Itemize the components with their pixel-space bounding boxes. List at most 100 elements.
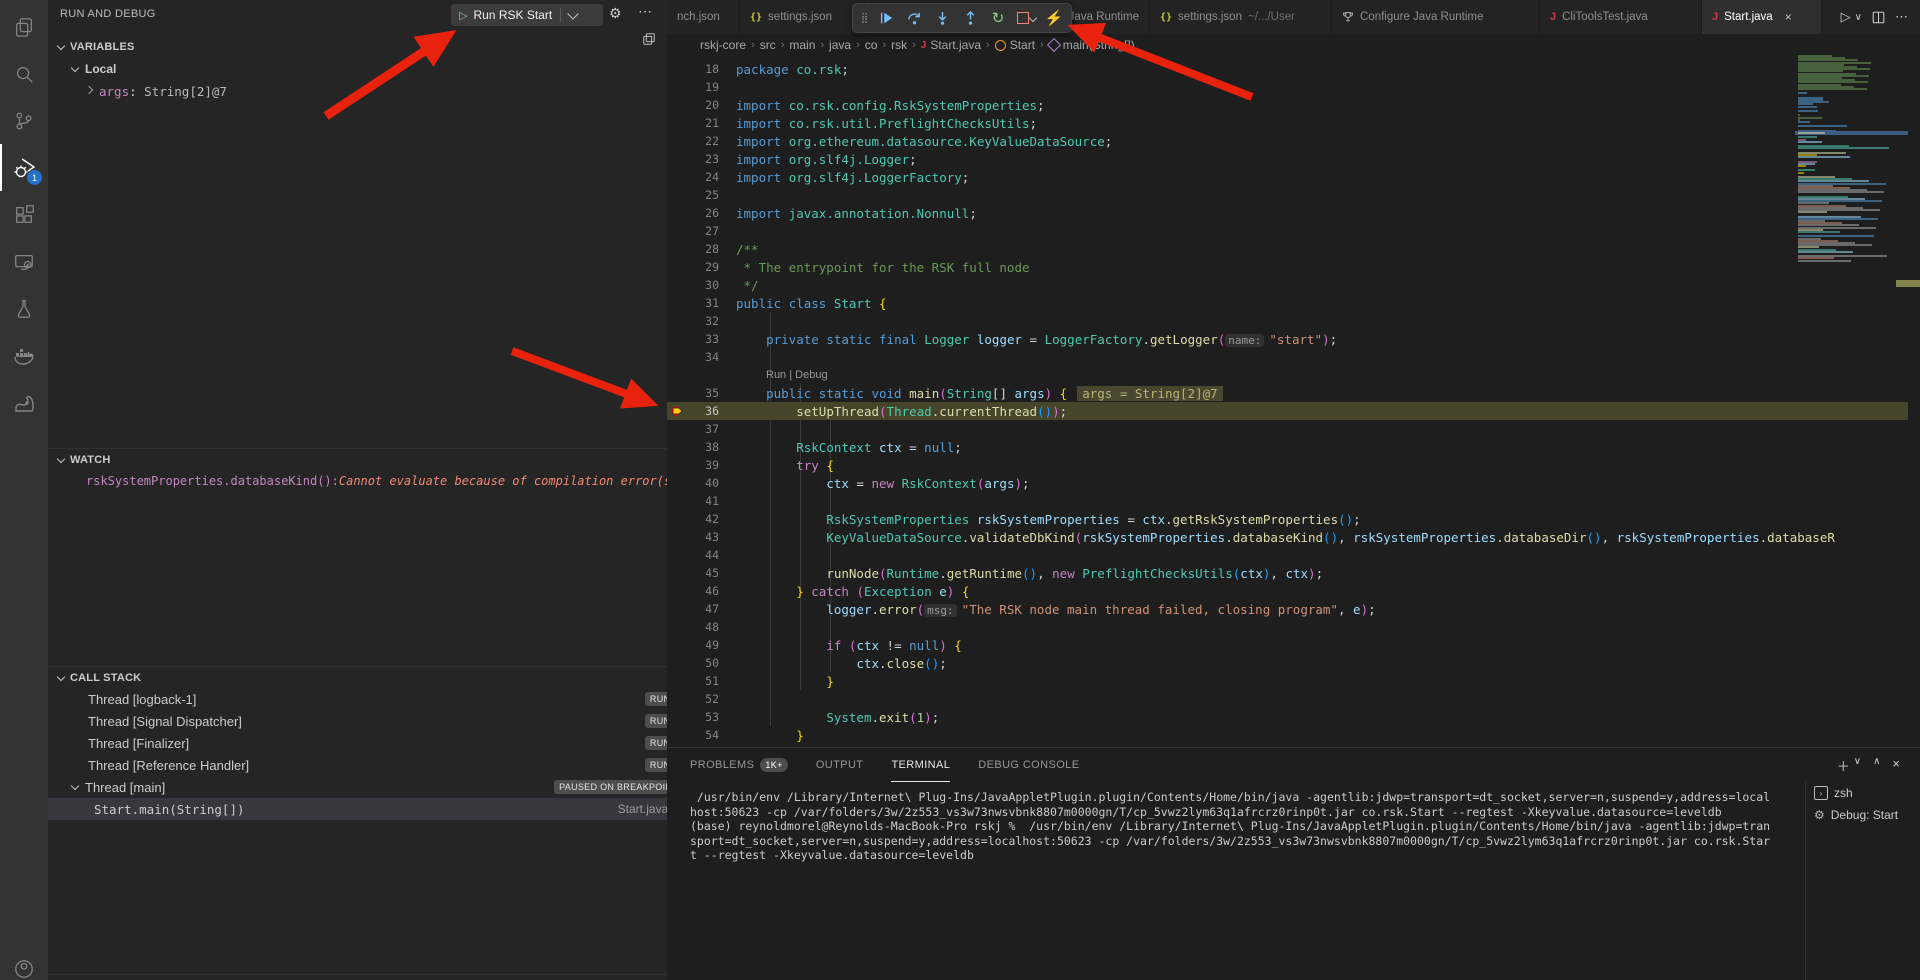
line-number[interactable]: 25 bbox=[667, 188, 736, 202]
panel-tab-debug-console[interactable]: DEBUG CONSOLE bbox=[978, 748, 1079, 782]
search-icon[interactable] bbox=[0, 50, 48, 97]
line-number[interactable]: 47 bbox=[667, 602, 736, 616]
line-number[interactable]: 18 bbox=[667, 62, 736, 76]
line-number[interactable]: 37 bbox=[667, 422, 736, 436]
line-number[interactable]: 26 bbox=[667, 206, 736, 220]
terminal-list-item-debug-start[interactable]: ⚙Debug: Start bbox=[1806, 804, 1920, 826]
line-number[interactable]: 24 bbox=[667, 170, 736, 184]
breadcrumb-item-co[interactable]: co bbox=[865, 38, 878, 52]
line-number[interactable]: 30 bbox=[667, 278, 736, 292]
close-panel-icon[interactable]: × bbox=[1892, 756, 1900, 775]
line-number[interactable]: 34 bbox=[667, 350, 736, 364]
run-java-icon[interactable]: ▷ bbox=[1841, 9, 1851, 25]
line-number[interactable]: 21 bbox=[667, 116, 736, 130]
terminal-list-item-zsh[interactable]: ›zsh bbox=[1806, 782, 1920, 804]
run-configuration-dropdown[interactable]: ▷ Run RSK Start bbox=[451, 4, 603, 26]
line-number[interactable]: 45 bbox=[667, 566, 736, 580]
breadcrumb-item-rskj-core[interactable]: rskj-core bbox=[700, 38, 746, 52]
step-over-icon[interactable] bbox=[901, 6, 927, 30]
tab-clitoolstest-java[interactable]: JCliToolsTest.java bbox=[1540, 0, 1702, 34]
call-stack-thread[interactable]: Thread [main]PAUSED ON BREAKPOINT bbox=[48, 776, 667, 798]
stop-icon[interactable] bbox=[1013, 6, 1039, 30]
line-number[interactable]: 43 bbox=[667, 530, 736, 544]
breakpoints-section-header[interactable]: BREAKPOINTS bbox=[48, 974, 667, 980]
run-and-debug-icon[interactable]: 1 bbox=[0, 144, 48, 191]
line-number[interactable]: 35 bbox=[667, 386, 736, 400]
tab-start-java[interactable]: JStart.java× bbox=[1702, 0, 1822, 34]
terminal-dropdown-chevron-icon[interactable]: ∨ bbox=[1854, 756, 1861, 775]
debug-settings-gear-icon[interactable]: ⚙ bbox=[609, 5, 622, 22]
step-into-icon[interactable] bbox=[929, 6, 955, 30]
line-number[interactable]: 22 bbox=[667, 134, 736, 148]
account-icon[interactable] bbox=[0, 945, 48, 980]
extensions-icon[interactable] bbox=[0, 191, 48, 238]
breadcrumb-item-src[interactable]: src bbox=[760, 38, 776, 52]
editor-more-actions-icon[interactable]: ⋯ bbox=[1895, 9, 1908, 25]
panel-tab-problems[interactable]: PROBLEMS1K+ bbox=[690, 748, 788, 782]
breadcrumb-item-start[interactable]: Start bbox=[995, 38, 1035, 52]
line-number[interactable]: 23 bbox=[667, 152, 736, 166]
step-out-icon[interactable] bbox=[957, 6, 983, 30]
watch-section-header[interactable]: WATCH bbox=[48, 448, 667, 471]
line-number[interactable]: 27 bbox=[667, 224, 736, 238]
breadcrumb-item-start-java[interactable]: JStart.java bbox=[921, 38, 981, 52]
breadcrumb-item-rsk[interactable]: rsk bbox=[891, 38, 907, 52]
explorer-icon[interactable] bbox=[0, 3, 48, 50]
breadcrumb-item-main-string-[interactable]: main(String[]) bbox=[1049, 38, 1135, 52]
call-stack-thread[interactable]: Thread [Signal Dispatcher]RUNNING bbox=[48, 710, 667, 732]
call-stack-section-header[interactable]: CALL STACK bbox=[48, 666, 667, 689]
watch-expression-row[interactable]: rskSystemProperties.databaseKind(): Cann… bbox=[48, 470, 667, 492]
line-number[interactable]: 31 bbox=[667, 296, 736, 310]
line-number[interactable]: 33 bbox=[667, 332, 736, 346]
variables-scope-local[interactable]: Local bbox=[48, 58, 667, 80]
chevron-down-icon[interactable] bbox=[568, 8, 579, 19]
line-number[interactable]: 19 bbox=[667, 80, 736, 94]
line-number[interactable]: 42 bbox=[667, 512, 736, 526]
variable-args[interactable]: args: String[2]@7 bbox=[48, 80, 667, 102]
continue-icon[interactable] bbox=[873, 6, 899, 30]
line-number[interactable]: 41 bbox=[667, 494, 736, 508]
remote-explorer-icon[interactable] bbox=[0, 238, 48, 285]
breadcrumb-item-main[interactable]: main bbox=[789, 38, 815, 52]
gradle-icon[interactable] bbox=[0, 379, 48, 426]
line-number[interactable]: 40 bbox=[667, 476, 736, 490]
docker-icon[interactable] bbox=[0, 332, 48, 379]
start-debug-icon[interactable]: ▷ bbox=[459, 9, 467, 22]
call-stack-thread[interactable]: Thread [Reference Handler]RUNNING bbox=[48, 754, 667, 776]
line-number[interactable]: 46 bbox=[667, 584, 736, 598]
line-number[interactable]: 54 bbox=[667, 728, 736, 742]
line-number[interactable]: 39 bbox=[667, 458, 736, 472]
hot-code-replace-icon[interactable]: ⚡ bbox=[1041, 6, 1067, 30]
line-number[interactable]: 51 bbox=[667, 674, 736, 688]
testing-icon[interactable] bbox=[0, 285, 48, 332]
call-stack-frame-selected[interactable]: Start.main(String[])Start.java36:1 bbox=[48, 798, 667, 820]
panel-tab-terminal[interactable]: TERMINAL bbox=[891, 748, 950, 782]
minimap[interactable] bbox=[1795, 40, 1908, 740]
line-number[interactable]: 50 bbox=[667, 656, 736, 670]
line-number[interactable]: 44 bbox=[667, 548, 736, 562]
close-tab-icon[interactable]: × bbox=[1785, 10, 1792, 24]
codelens-run-debug[interactable]: Run | Debug bbox=[667, 369, 828, 381]
line-number[interactable]: 38 bbox=[667, 440, 736, 454]
tab-configure-java-runtime[interactable]: Configure Java Runtime bbox=[1332, 0, 1540, 34]
line-number[interactable]: 20 bbox=[667, 98, 736, 112]
code-editor[interactable]: 18package co.rsk;1920import co.rsk.confi… bbox=[667, 56, 1920, 751]
tab-settings-json[interactable]: {}settings.json~/.../User bbox=[1150, 0, 1332, 34]
call-stack-thread[interactable]: Thread [Finalizer]RUNNING bbox=[48, 732, 667, 754]
maximize-panel-icon[interactable]: ∧ bbox=[1873, 756, 1880, 775]
tab-nch-json[interactable]: nch.json bbox=[667, 0, 740, 34]
line-number[interactable]: 53 bbox=[667, 710, 736, 724]
line-number[interactable]: 32 bbox=[667, 314, 736, 328]
new-terminal-icon[interactable]: ＋ bbox=[1837, 756, 1850, 775]
breakpoint-current-line-icon[interactable] bbox=[669, 403, 685, 419]
split-editor-icon[interactable] bbox=[1872, 11, 1885, 24]
run-dropdown-chevron-icon[interactable]: ∨ bbox=[1855, 12, 1862, 23]
line-number[interactable]: 52 bbox=[667, 692, 736, 706]
source-control-icon[interactable] bbox=[0, 97, 48, 144]
line-number[interactable]: 48 bbox=[667, 620, 736, 634]
variables-section-header[interactable]: VARIABLES bbox=[48, 36, 667, 58]
panel-tab-output[interactable]: OUTPUT bbox=[816, 748, 864, 782]
restart-icon[interactable]: ↻ bbox=[985, 6, 1011, 30]
drag-handle-icon[interactable]: ⣿ bbox=[857, 6, 871, 30]
line-number[interactable]: 28 bbox=[667, 242, 736, 256]
